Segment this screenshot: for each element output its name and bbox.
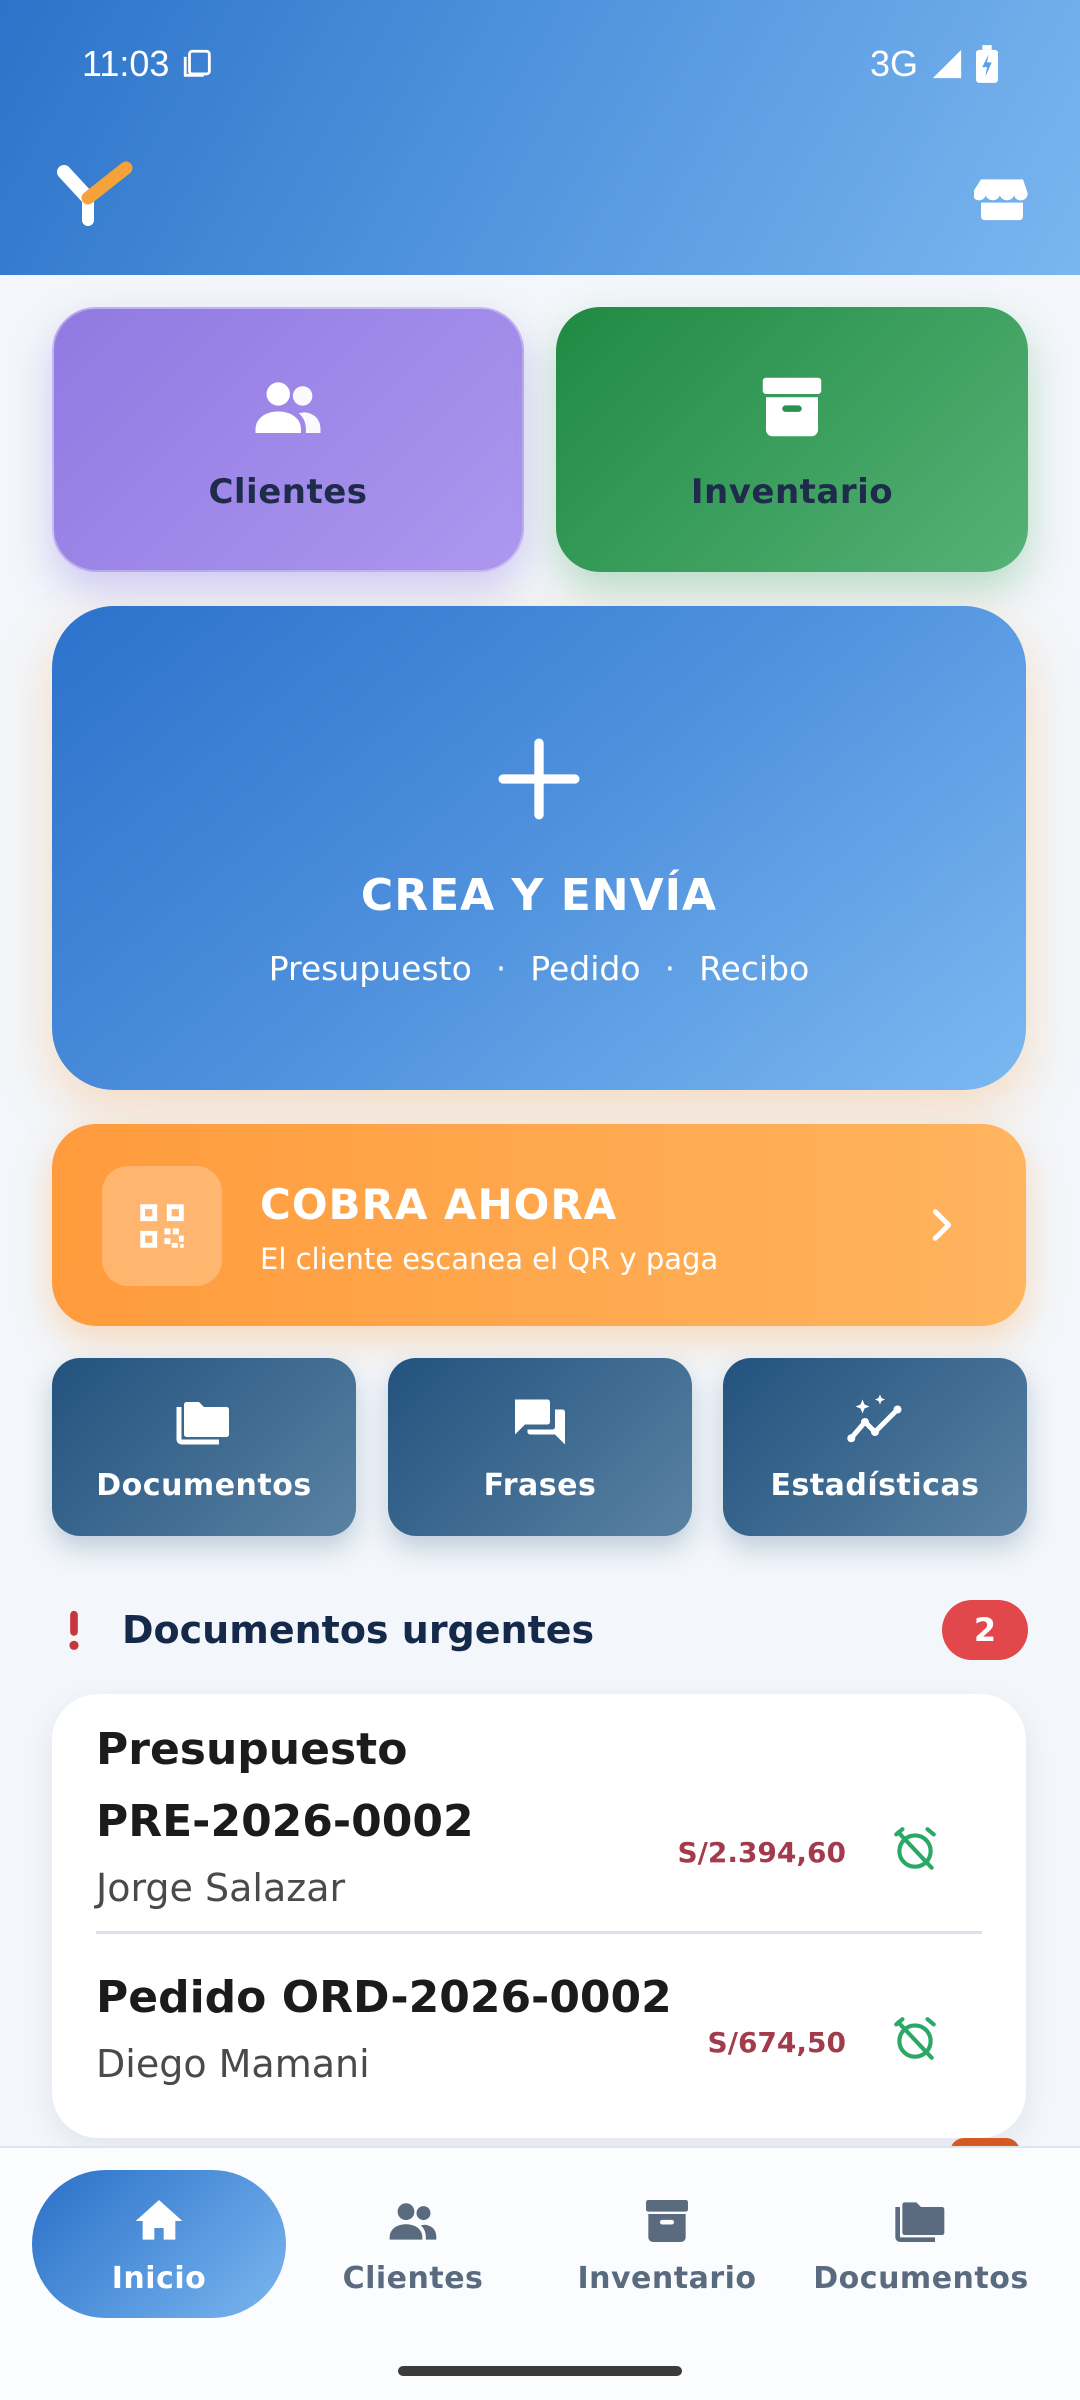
documentos-shortcut[interactable]: Documentos: [52, 1358, 356, 1536]
estadisticas-shortcut-label: Estadísticas: [770, 1467, 980, 1503]
archive-icon: [646, 2199, 688, 2242]
create-option-recibo: Recibo: [699, 949, 810, 988]
people-icon: [389, 2202, 437, 2240]
home-icon: [135, 2199, 183, 2240]
app-header: 11:03 3G: [0, 0, 1080, 275]
status-bar: 11:03 3G: [82, 40, 998, 88]
create-option-presupuesto: Presupuesto: [268, 949, 472, 988]
estadisticas-shortcut[interactable]: Estadísticas: [723, 1358, 1027, 1536]
document-name-line2: PRE-2026-0002: [96, 1796, 474, 1847]
separator: ·: [664, 949, 676, 988]
folder-icon: [895, 2201, 945, 2242]
chat-icon: [515, 1399, 565, 1444]
inventario-tile[interactable]: Inventario: [556, 307, 1028, 572]
signal-icon: [932, 49, 962, 79]
network-type: 3G: [869, 43, 918, 84]
frases-shortcut[interactable]: Frases: [388, 1358, 692, 1536]
nav-clientes-label: Clientes: [342, 2260, 484, 2296]
chevron-right-icon: [932, 1209, 952, 1241]
status-time: 11:03: [82, 43, 170, 84]
archive-icon: [762, 377, 822, 436]
nav-inventario-label: Inventario: [577, 2260, 757, 2296]
cobra-title: COBRA AHORA: [260, 1180, 618, 1229]
frases-shortcut-label: Frases: [483, 1467, 597, 1503]
document-amount: S/2.394,60: [677, 1836, 846, 1869]
nav-inicio-label: Inicio: [111, 2260, 207, 2296]
nav-documentos[interactable]: Documentos: [794, 2170, 1048, 2318]
urgent-documents-title: Documentos urgentes: [122, 1608, 595, 1652]
clientes-tile[interactable]: Clientes: [52, 307, 524, 572]
separator: ·: [495, 949, 507, 988]
cobra-subtitle: El cliente escanea el QR y paga: [260, 1242, 719, 1276]
battery-icon: [976, 45, 998, 83]
inventario-tile-label: Inventario: [690, 471, 894, 512]
nav-clientes[interactable]: Clientes: [286, 2170, 540, 2318]
people-icon: [255, 381, 321, 433]
bottom-navigation: Inicio Clientes Inventario Documentos: [0, 2146, 1080, 2400]
alarm-off-icon[interactable]: [890, 2014, 940, 2064]
urgent-documents-header: Documentos urgentes 2: [62, 1598, 1028, 1662]
nav-inicio[interactable]: Inicio: [32, 2170, 286, 2318]
document-amount: S/674,50: [707, 2026, 846, 2059]
create-option-pedido: Pedido: [530, 949, 641, 988]
screenshot-indicator-icon: [184, 49, 212, 77]
create-title: CREA Y ENVÍA: [360, 870, 718, 921]
nav-documentos-label: Documentos: [813, 2260, 1029, 2296]
document-client: Diego Mamani: [96, 2042, 370, 2086]
plus-icon: [498, 738, 580, 820]
qr-code-icon: [140, 1204, 184, 1248]
app-logo-icon: [57, 161, 133, 226]
stats-icon: [847, 1394, 902, 1442]
cobra-ahora-card[interactable]: COBRA AHORA El cliente escanea el QR y p…: [52, 1124, 1026, 1326]
create-send-card[interactable]: CREA Y ENVÍA Presupuesto · Pedido · Reci…: [52, 606, 1026, 1090]
qr-icon-box: [102, 1166, 222, 1286]
clientes-tile-label: Clientes: [208, 471, 368, 512]
folder-icon: [176, 1401, 229, 1444]
store-icon[interactable]: [974, 170, 1030, 226]
exclamation-icon: [69, 1610, 79, 1650]
document-name: Pedido ORD-2026-0002: [96, 1972, 672, 2023]
alarm-off-icon[interactable]: [890, 1824, 940, 1874]
gesture-home-bar[interactable]: [398, 2366, 682, 2376]
create-options: Presupuesto · Pedido · Recibo: [269, 949, 810, 988]
document-name-line1: Presupuesto: [96, 1724, 408, 1775]
urgent-count-badge: 2: [942, 1600, 1028, 1660]
urgent-documents-list: Presupuesto PRE-2026-0002 Jorge Salazar …: [52, 1694, 1026, 2138]
documentos-shortcut-label: Documentos: [96, 1467, 312, 1503]
list-item[interactable]: Presupuesto PRE-2026-0002 Jorge Salazar …: [96, 1714, 982, 1934]
nav-inventario[interactable]: Inventario: [540, 2170, 794, 2318]
list-item[interactable]: Pedido ORD-2026-0002 Diego Mamani S/674,…: [96, 1962, 982, 2094]
document-client: Jorge Salazar: [96, 1866, 346, 1910]
